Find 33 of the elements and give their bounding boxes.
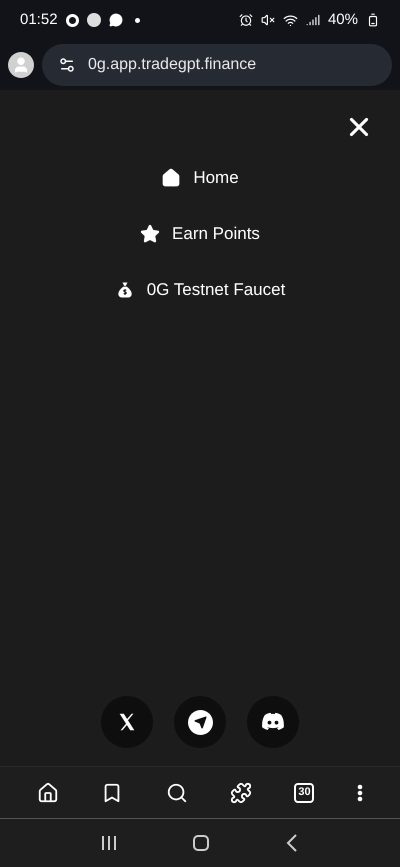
star-icon [140,224,160,244]
home-nav-icon[interactable] [192,835,209,851]
x-link[interactable] [101,696,153,748]
signal-icon [306,13,320,27]
profile-avatar[interactable] [8,52,34,78]
battery-icon [366,13,380,27]
menu-item[interactable]: Home [161,164,239,192]
alarm-icon [238,13,253,27]
discord-link[interactable] [247,696,299,748]
battery-level: 40% [328,10,358,30]
wifi-icon [282,12,298,28]
recent-apps-icon[interactable] [102,836,116,850]
tabs-button[interactable]: 30 [294,782,314,802]
chat-icon [108,13,123,27]
more-icon [356,784,363,802]
menu-item[interactable]: 0G Testnet Faucet [114,276,286,304]
menu-button[interactable] [356,784,363,802]
time: 01:52 [20,10,58,30]
telegram-link[interactable] [174,696,226,748]
search-button[interactable] [166,782,188,804]
home-icon [37,782,60,804]
puzzle-icon [230,782,252,804]
search-icon [166,782,188,804]
paper-plane-icon [194,716,206,728]
menu-item[interactable]: Earn Points [140,220,260,248]
home-icon [161,168,182,188]
site-settings-icon[interactable] [58,56,76,74]
back-icon[interactable] [286,834,298,852]
url-text: 0g.app.tradegpt.finance [88,55,256,75]
extensions-button[interactable] [230,782,252,804]
address-bar[interactable]: 0g.app.tradegpt.finance [42,44,392,86]
mute-icon [260,13,275,27]
home-button[interactable] [37,782,60,804]
